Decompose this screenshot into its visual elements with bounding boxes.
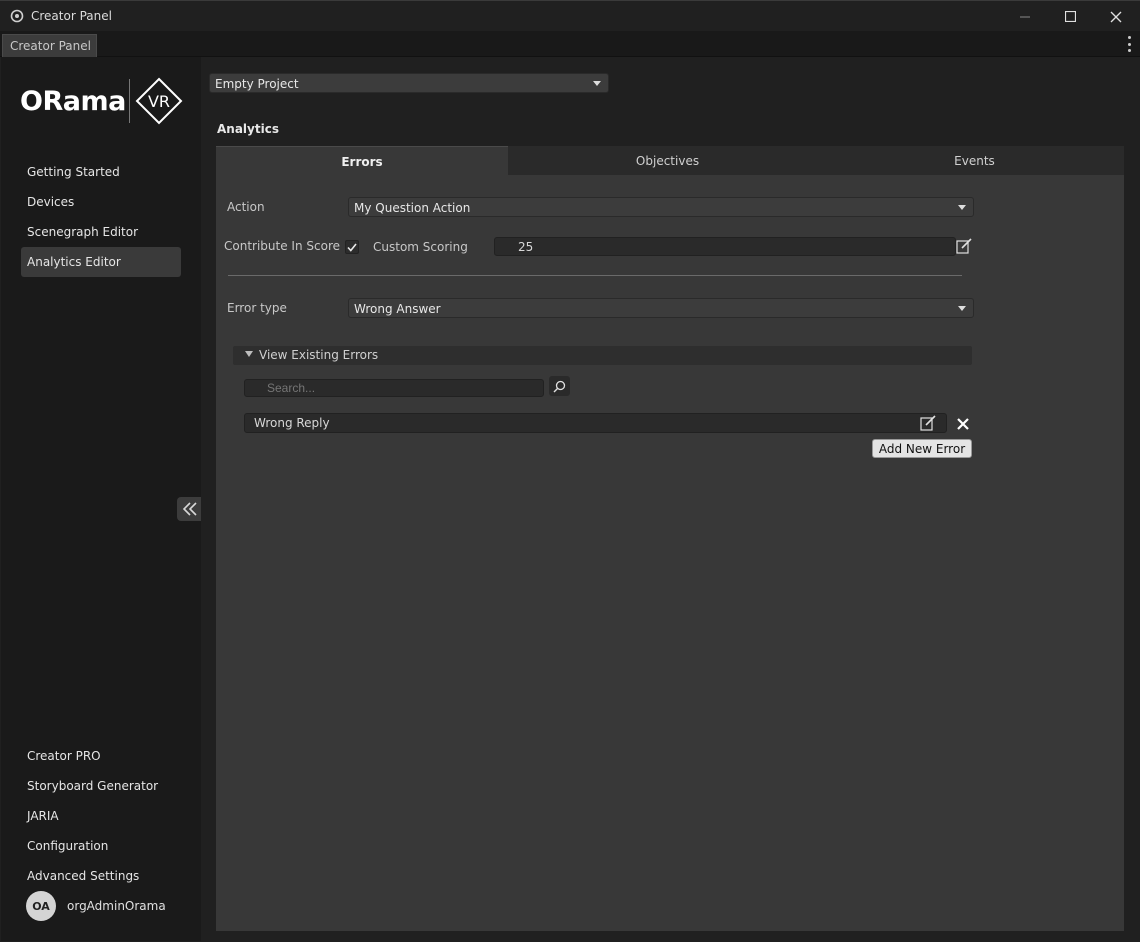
custom-scoring-label: Custom Scoring <box>373 240 468 254</box>
sidebar-item-creator-pro[interactable]: Creator PRO <box>21 741 181 771</box>
sidebar-item-configuration[interactable]: Configuration <box>21 831 181 861</box>
sidebar-item-scenegraph-editor[interactable]: Scenegraph Editor <box>21 217 181 247</box>
window-titlebar: Creator Panel <box>0 0 1140 31</box>
minimize-icon <box>1020 16 1030 17</box>
error-item-label: Wrong Reply <box>254 416 330 430</box>
close-window-button[interactable] <box>1093 1 1139 32</box>
more-options-icon[interactable] <box>1126 36 1132 52</box>
chevron-down-icon <box>593 81 601 86</box>
close-icon <box>1110 11 1122 22</box>
action-select[interactable]: My Question Action <box>348 197 974 217</box>
contribute-in-score-checkbox[interactable] <box>345 240 359 254</box>
error-type-label: Error type <box>227 301 287 315</box>
logo-mark-text: VR <box>148 92 170 111</box>
sidebar: ORama VR Getting Started Devices Scenegr… <box>1 57 202 941</box>
add-new-error-button[interactable]: Add New Error <box>872 439 972 458</box>
orama-vr-logo: ORama VR <box>20 77 185 127</box>
sidebar-item-jaria[interactable]: JARIA <box>21 801 181 831</box>
action-select-value: My Question Action <box>354 201 471 215</box>
username: orgAdminOrama <box>67 899 166 913</box>
contribute-in-score-label: Contribute In Score <box>224 239 340 253</box>
close-icon <box>957 418 969 430</box>
error-type-select-value: Wrong Answer <box>354 302 441 316</box>
foldout-label: View Existing Errors <box>259 348 379 362</box>
error-item[interactable]: Wrong Reply <box>244 413 947 433</box>
main-content: Empty Project Analytics Errors Objective… <box>201 57 1140 942</box>
tab-objectives[interactable]: Objectives <box>522 146 813 175</box>
sidebar-item-storyboard-generator[interactable]: Storyboard Generator <box>21 771 181 801</box>
search-button[interactable] <box>549 376 570 396</box>
edit-error-button[interactable] <box>919 414 937 431</box>
window-title: Creator Panel <box>31 9 112 23</box>
collapse-sidebar-button[interactable] <box>177 497 202 521</box>
avatar: OA <box>26 891 56 921</box>
search-icon <box>553 380 566 392</box>
view-existing-errors-foldout[interactable]: View Existing Errors <box>233 346 972 365</box>
minimize-button[interactable] <box>1002 1 1048 32</box>
custom-scoring-input[interactable]: 25 <box>494 237 956 256</box>
chevron-down-icon <box>958 306 966 311</box>
tab-errors[interactable]: Errors <box>216 146 508 175</box>
error-type-select[interactable]: Wrong Answer <box>348 298 974 318</box>
edit-icon <box>920 414 936 431</box>
project-select-value: Empty Project <box>215 77 299 91</box>
vr-diamond-logo-icon: VR <box>135 77 183 125</box>
tab-events[interactable]: Events <box>829 146 1120 175</box>
analytics-panel: Errors Objectives Events Action My Quest… <box>216 146 1124 931</box>
sidebar-item-getting-started[interactable]: Getting Started <box>21 157 181 187</box>
search-input[interactable] <box>244 379 544 397</box>
chevron-down-icon <box>958 205 966 210</box>
page-title: Analytics <box>217 122 279 136</box>
maximize-icon <box>1064 11 1076 22</box>
sidebar-item-devices[interactable]: Devices <box>21 187 181 217</box>
unity-app-icon <box>10 9 24 23</box>
triangle-down-icon <box>245 351 253 357</box>
edit-scoring-button[interactable] <box>956 238 972 254</box>
divider <box>228 275 962 276</box>
edit-icon <box>956 238 972 254</box>
delete-error-button[interactable] <box>954 415 972 433</box>
analytics-tabs: Errors Objectives Events <box>216 146 1124 175</box>
project-select[interactable]: Empty Project <box>209 73 609 93</box>
maximize-button[interactable] <box>1047 1 1093 32</box>
checkmark-icon <box>347 243 357 252</box>
editor-tabstrip: Creator Panel <box>0 31 1140 57</box>
sidebar-item-analytics-editor[interactable]: Analytics Editor <box>21 247 181 277</box>
sidebar-item-advanced-settings[interactable]: Advanced Settings <box>21 861 181 891</box>
tab-creator-panel[interactable]: Creator Panel <box>2 34 97 57</box>
action-label: Action <box>227 200 265 214</box>
logo-text: ORama <box>20 86 126 117</box>
logo-divider <box>129 79 130 123</box>
double-chevron-left-icon <box>182 502 197 516</box>
